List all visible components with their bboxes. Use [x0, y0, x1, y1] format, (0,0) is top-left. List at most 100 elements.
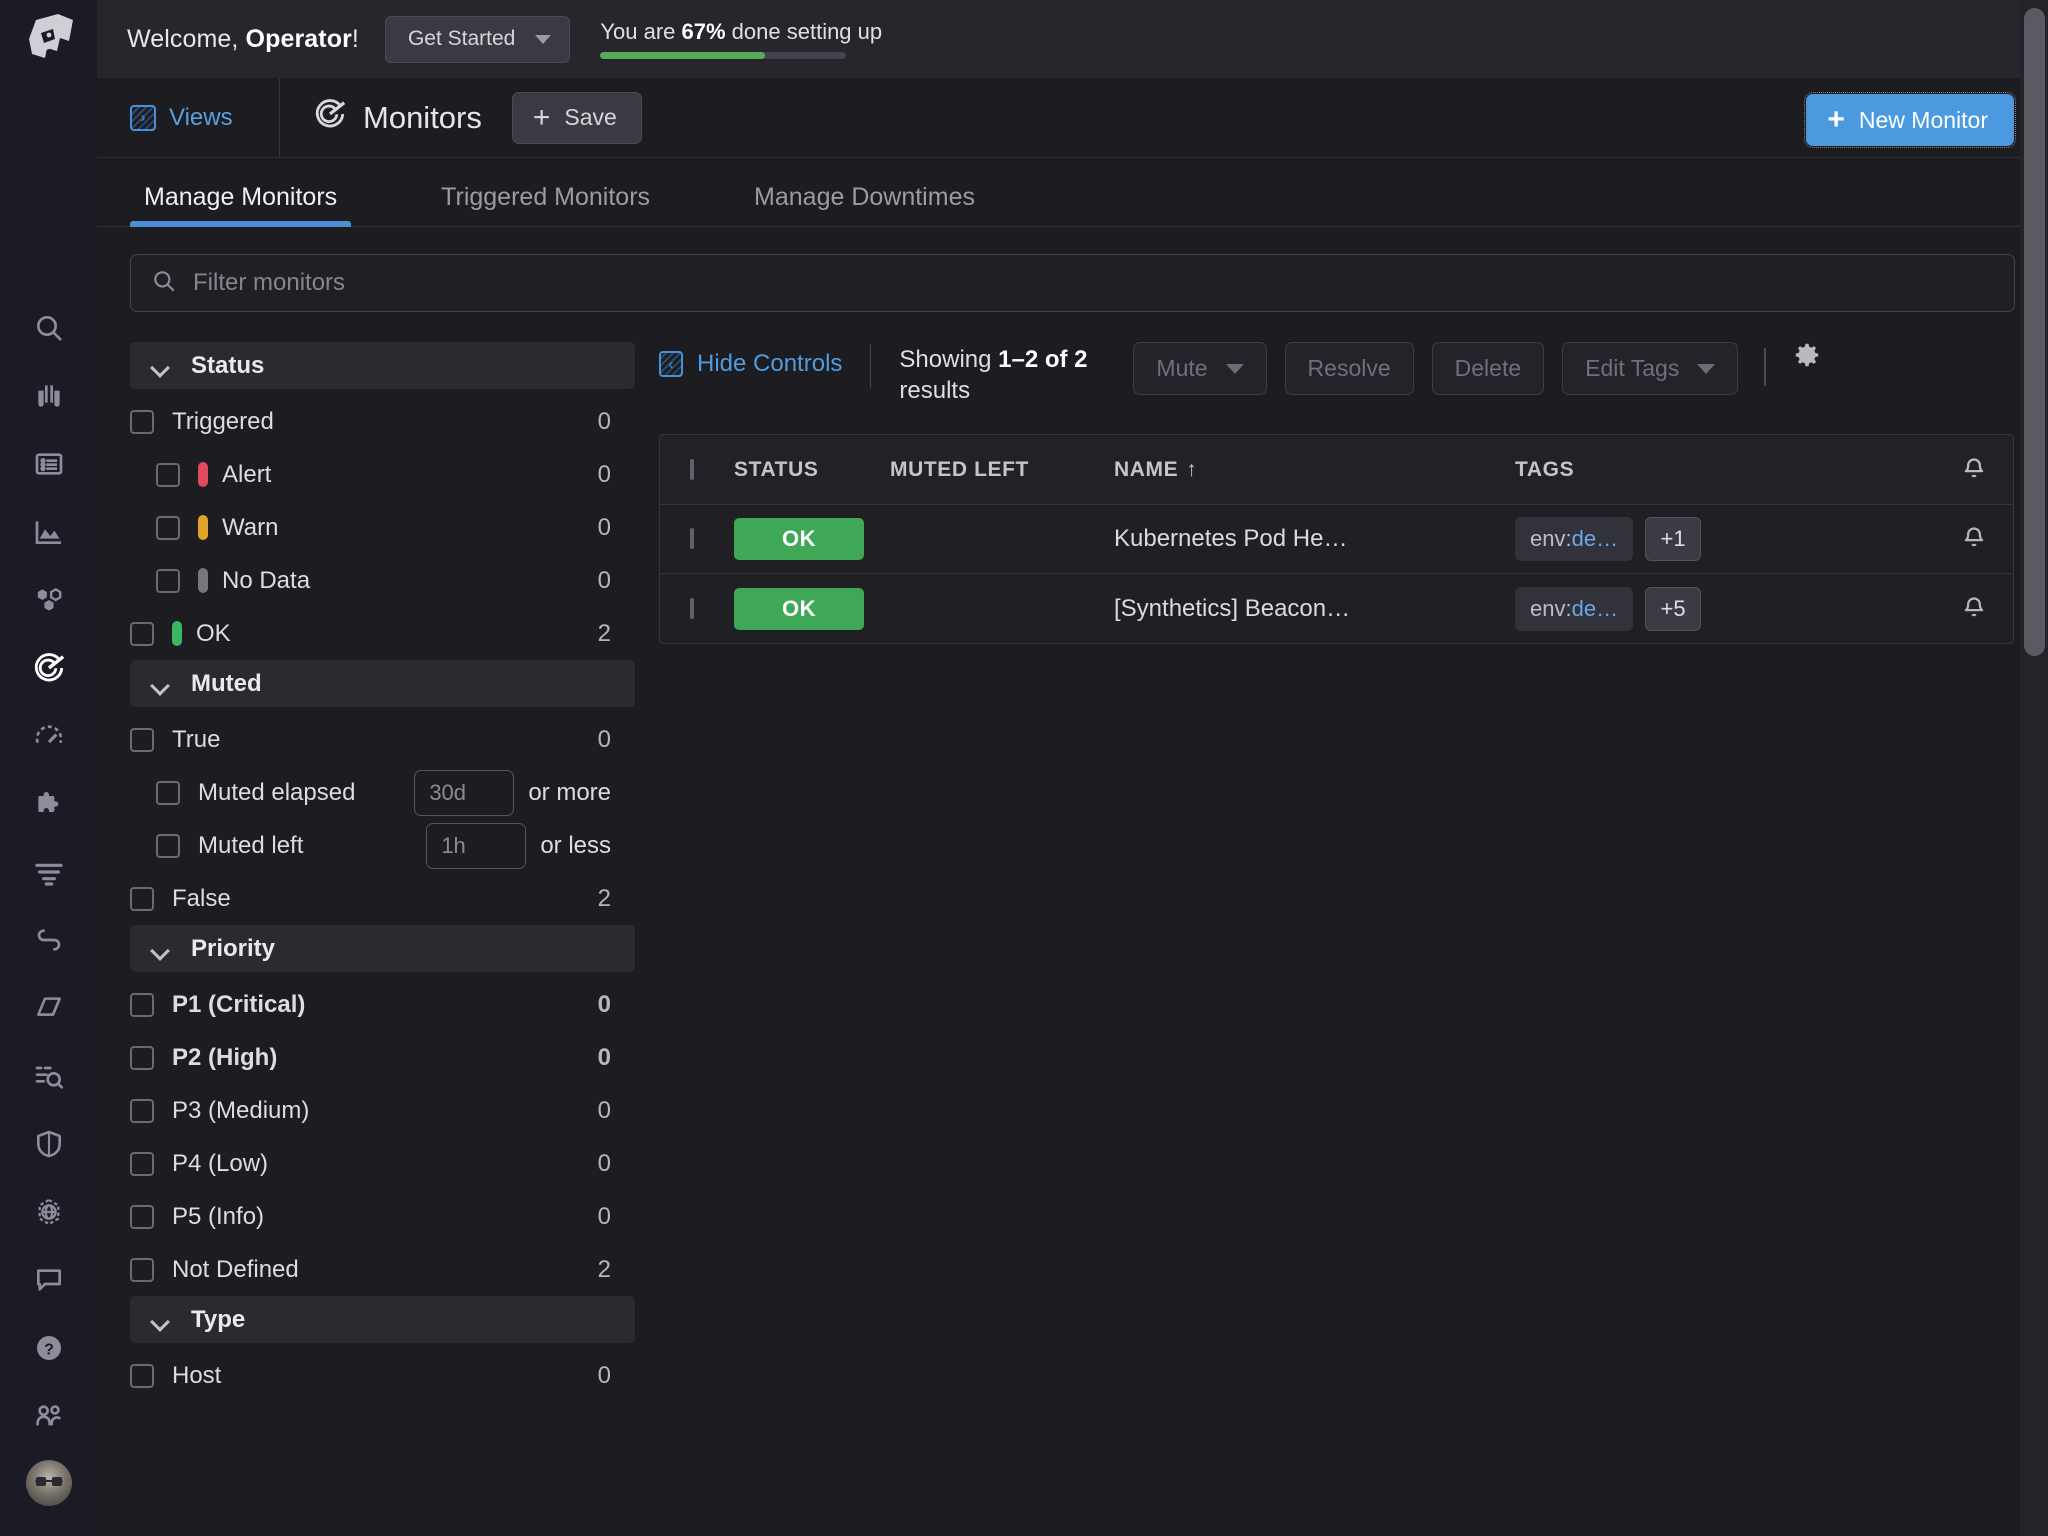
facet-checkbox[interactable]: [130, 992, 154, 1017]
facet-checkbox[interactable]: [130, 1257, 154, 1282]
row-notification-cell[interactable]: [1935, 525, 2013, 553]
facet-checkbox[interactable]: [156, 568, 180, 593]
row-checkbox[interactable]: [690, 597, 694, 619]
facet-row-true[interactable]: True 0: [130, 713, 635, 766]
table-row[interactable]: OK [Synthetics] Beacon… env: de… +5: [660, 574, 2013, 644]
tag-overflow-badge[interactable]: +1: [1645, 517, 1702, 562]
facet-row-p2-high[interactable]: P2 (High) 0: [130, 1031, 635, 1084]
column-header-status[interactable]: STATUS: [734, 458, 890, 482]
hexagons-icon[interactable]: [17, 566, 81, 634]
row-name-cell[interactable]: [Synthetics] Beacon…: [1114, 595, 1515, 623]
help-icon[interactable]: ?: [17, 1314, 81, 1382]
notebook-icon[interactable]: [17, 974, 81, 1042]
security-shield-icon[interactable]: [17, 1110, 81, 1178]
tab-manage-downtimes[interactable]: Manage Downtimes: [740, 183, 989, 226]
facet-row-not-defined[interactable]: Not Defined 2: [130, 1243, 635, 1296]
search-icon[interactable]: [17, 294, 81, 362]
facet-header-priority[interactable]: Priority: [130, 925, 635, 972]
facet-checkbox[interactable]: [130, 409, 154, 434]
tag-overflow-badge[interactable]: +5: [1645, 586, 1702, 631]
list-icon[interactable]: [17, 430, 81, 498]
log-search-icon[interactable]: [17, 1042, 81, 1110]
page-body: Filter monitors Status Triggered 0 Alert 0 Wa…: [97, 227, 2048, 1536]
apm-trace-icon[interactable]: [17, 906, 81, 974]
facet-row-p3-medium[interactable]: P3 (Medium) 0: [130, 1084, 635, 1137]
plus-icon: +: [1827, 103, 1845, 136]
puzzle-icon[interactable]: [17, 770, 81, 838]
team-icon[interactable]: [17, 1382, 81, 1450]
facet-header-status[interactable]: Status: [130, 342, 635, 389]
duration-input-muted-elapsed[interactable]: 30d: [414, 769, 515, 816]
column-header-name[interactable]: NAME ↑: [1114, 458, 1515, 482]
facet-checkbox[interactable]: [130, 1045, 154, 1070]
area-chart-icon[interactable]: [17, 498, 81, 566]
column-header-tags[interactable]: TAGS: [1515, 458, 1935, 482]
facet-checkbox[interactable]: [130, 1204, 154, 1229]
facet-checkbox[interactable]: [156, 780, 180, 805]
facet-row-muted-left[interactable]: Muted left 1h or less: [130, 819, 635, 872]
logs-icon[interactable]: [17, 838, 81, 906]
facet-row-host[interactable]: Host 0: [130, 1349, 635, 1402]
resolve-button[interactable]: Resolve: [1284, 342, 1414, 395]
page-scrollbar-thumb[interactable]: [2024, 8, 2045, 656]
facet-checkbox[interactable]: [130, 1098, 154, 1123]
tab-manage-monitors[interactable]: Manage Monitors: [130, 183, 352, 227]
binoculars-icon[interactable]: [17, 362, 81, 430]
mute-button[interactable]: Mute: [1133, 342, 1267, 395]
facet-checkbox[interactable]: [156, 515, 180, 540]
views-button[interactable]: › Views: [97, 77, 280, 158]
network-globe-icon[interactable]: [17, 1178, 81, 1246]
facet-label: P3 (Medium): [172, 1096, 310, 1124]
facet-row-p5-info[interactable]: P5 (Info) 0: [130, 1190, 635, 1243]
new-monitor-button[interactable]: + New Monitor: [1804, 92, 2016, 148]
facet-row-triggered[interactable]: Triggered 0: [130, 395, 635, 448]
monitors-icon[interactable]: [17, 634, 81, 702]
facet-checkbox[interactable]: [156, 462, 180, 487]
datadog-logo[interactable]: [0, 0, 97, 78]
facet-checkbox[interactable]: [130, 1363, 154, 1388]
facet-row-p4-low[interactable]: P4 (Low) 0: [130, 1137, 635, 1190]
facet-checkbox[interactable]: [130, 727, 154, 752]
facet-header-type[interactable]: Type: [130, 1296, 635, 1343]
hide-controls-button[interactable]: ‹ Hide Controls: [659, 340, 842, 378]
facet-row-ok[interactable]: OK 2: [130, 607, 635, 660]
tag-chip[interactable]: env: de…: [1515, 517, 1634, 562]
filter-monitors-input[interactable]: Filter monitors: [130, 254, 2015, 312]
app-root: ? Welcome, Operator! Get Started You are…: [0, 0, 2048, 1536]
chat-icon[interactable]: [17, 1246, 81, 1314]
results-pane: ‹ Hide Controls Showing 1–2 of 2 results…: [635, 312, 2048, 1536]
facet-checkbox[interactable]: [130, 1151, 154, 1176]
facet-row-warn[interactable]: Warn 0: [130, 501, 635, 554]
facet-header-muted[interactable]: Muted: [130, 660, 635, 707]
get-started-button[interactable]: Get Started: [384, 15, 571, 63]
save-button[interactable]: + Save: [511, 91, 642, 144]
avatar[interactable]: [25, 1460, 72, 1506]
row-notification-cell[interactable]: [1935, 595, 2013, 623]
facet-checkbox[interactable]: [156, 833, 180, 858]
facet-title: Muted: [191, 669, 262, 697]
facet-row-muted-elapsed[interactable]: Muted elapsed 30d or more: [130, 766, 635, 819]
gauge-icon[interactable]: [17, 702, 81, 770]
tab-triggered-monitors[interactable]: Triggered Monitors: [427, 183, 664, 226]
gear-icon[interactable]: [1792, 340, 1822, 370]
select-all-checkbox[interactable]: [690, 458, 694, 480]
row-checkbox[interactable]: [690, 528, 694, 550]
row-name-cell[interactable]: Kubernetes Pod He…: [1114, 525, 1515, 553]
column-header-muted-left[interactable]: MUTED LEFT: [890, 458, 1114, 482]
facet-row-p1-critical[interactable]: P1 (Critical) 0: [130, 978, 635, 1031]
tag-chip[interactable]: env: de…: [1515, 586, 1634, 631]
facet-row-alert[interactable]: Alert 0: [130, 448, 635, 501]
page-scrollbar[interactable]: [2020, 0, 2048, 1536]
facet-row-no-data[interactable]: No Data 0: [130, 554, 635, 607]
setup-suffix: done setting up: [725, 19, 883, 44]
duration-input-muted-left[interactable]: 1h: [426, 822, 527, 869]
facet-checkbox[interactable]: [130, 886, 154, 911]
facet-row-false[interactable]: False 2: [130, 872, 635, 925]
facet-checkbox[interactable]: [130, 621, 154, 646]
delete-button[interactable]: Delete: [1431, 342, 1545, 395]
status-pill-nodata: [198, 568, 208, 593]
duration-comparator-label: or more: [528, 778, 611, 806]
table-row[interactable]: OK Kubernetes Pod He… env: de… +1: [660, 505, 2013, 575]
edit-tags-button[interactable]: Edit Tags: [1562, 342, 1739, 395]
column-header-notifications[interactable]: [1935, 456, 2013, 484]
